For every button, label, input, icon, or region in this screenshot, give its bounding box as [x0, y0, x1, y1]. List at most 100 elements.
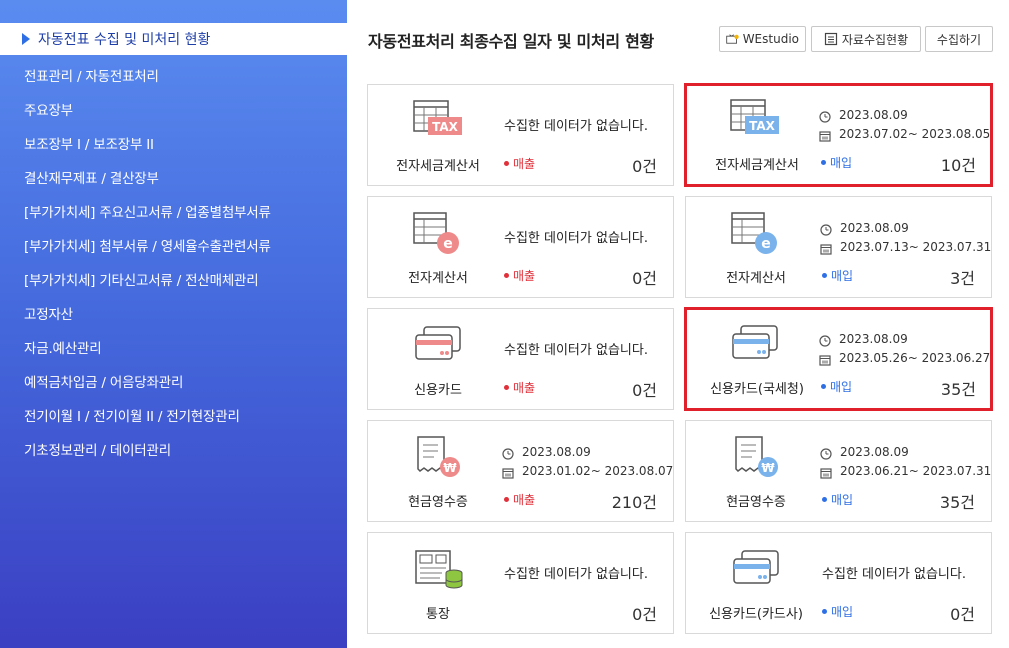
collection-date: 2023.08.09	[839, 332, 908, 346]
dot-icon	[504, 161, 509, 166]
card-name: 신용카드(카드사)	[709, 607, 803, 622]
bankbook-icon	[412, 547, 464, 591]
sidebar-item-voucher[interactable]: 전표관리 / 자동전표처리	[24, 65, 159, 85]
clock-icon	[820, 223, 832, 236]
collection-card[interactable]: ₩ 현금영수증 2023.08.09 2023.06.21~ 2023.07.3…	[685, 420, 992, 522]
collection-status-button[interactable]: 자료수집현황	[811, 26, 921, 52]
sales-type-label: 매입	[830, 156, 853, 170]
card-name: 현금영수증	[726, 495, 786, 510]
collection-info: 2023.08.09 2023.07.02~ 2023.08.05	[819, 106, 990, 144]
sidebar-item-carryover[interactable]: 전기이월 I / 전기이월 II / 전기현장관리	[24, 405, 240, 425]
calendar-icon	[502, 466, 514, 479]
card-name: 현금영수증	[408, 495, 468, 510]
collection-card[interactable]: 신용카드(국세청) 2023.08.09 2023.05.26~ 2023.06…	[684, 307, 993, 411]
clock-icon	[819, 110, 831, 123]
svg-text:e: e	[443, 236, 453, 252]
sales-type-tag: 매입	[822, 491, 853, 508]
collection-card[interactable]: 신용카드(카드사) 수집한 데이터가 없습니다. 매입 0건	[685, 532, 992, 634]
item-count: 0건	[632, 269, 657, 288]
sidebar-item-deposit[interactable]: 예적금차입금 / 어음당좌관리	[24, 371, 183, 391]
sales-type-tag: 매출	[504, 491, 535, 508]
collection-info: 2023.08.09 2023.01.02~ 2023.08.07	[502, 443, 673, 481]
collection-info: 2023.08.09 2023.06.21~ 2023.07.31	[820, 443, 991, 481]
clock-icon	[819, 334, 831, 347]
collection-range: 2023.01.02~ 2023.08.07	[522, 464, 674, 478]
card-name: 전자계산서	[408, 271, 468, 286]
sidebar-item-vat-etc[interactable]: [부가가치세] 기타신고서류 / 전산매체관리	[24, 269, 259, 289]
card-name: 전자세금계산서	[715, 158, 799, 173]
cash-receipt-blue-icon: ₩	[730, 435, 782, 479]
dot-icon	[821, 160, 826, 165]
collection-card[interactable]: TAX 전자세금계산서 2023.08.09 2023.07.02~ 2023.…	[684, 83, 993, 187]
card-name: 통장	[426, 607, 450, 622]
item-count: 35건	[939, 493, 975, 512]
sales-type-tag: 매출	[504, 267, 535, 284]
sidebar: 자동전표 수집 및 미처리 현황 전표관리 / 자동전표처리 주요장부 보조장부…	[0, 0, 347, 648]
dot-icon	[822, 497, 827, 502]
collection-date: 2023.08.09	[840, 445, 909, 459]
westudio-button[interactable]: WEstudio	[719, 26, 806, 52]
collection-card[interactable]: ₩ 현금영수증 2023.08.09 2023.01.02~ 2023.08.0…	[367, 420, 674, 522]
sidebar-item-main-ledger[interactable]: 주요장부	[24, 99, 73, 119]
credit-card-blue-icon	[729, 322, 781, 366]
e-invoice-red-icon: e	[412, 211, 464, 255]
sidebar-item-fixed-assets[interactable]: 고정자산	[24, 303, 73, 323]
item-count: 0건	[632, 381, 657, 400]
no-data-text: 수집한 데이터가 없습니다.	[822, 567, 966, 582]
no-data-text: 수집한 데이터가 없습니다.	[504, 343, 648, 358]
collection-range: 2023.05.26~ 2023.06.27	[839, 351, 991, 365]
collection-status-label: 자료수집현황	[841, 32, 909, 47]
item-count: 210건	[611, 493, 657, 512]
collection-card[interactable]: TAX 전자세금계산서 수집한 데이터가 없습니다. 매출 0건	[367, 84, 674, 186]
dot-icon	[504, 497, 509, 502]
sidebar-item-budget[interactable]: 자금.예산관리	[24, 337, 102, 357]
sidebar-item-financial-statement[interactable]: 결산재무제표 / 결산장부	[24, 167, 159, 187]
collect-button[interactable]: 수집하기	[925, 26, 993, 52]
sales-type-label: 매출	[513, 381, 536, 395]
item-count: 35건	[940, 380, 976, 399]
collection-date: 2023.08.09	[522, 445, 591, 459]
document-icon	[824, 32, 837, 46]
sales-type-tag: 매입	[822, 267, 853, 284]
collection-card[interactable]: 신용카드 수집한 데이터가 없습니다. 매출 0건	[367, 308, 674, 410]
sidebar-item-vat-attach[interactable]: [부가가치세] 첨부서류 / 영세율수출관련서류	[24, 235, 271, 255]
sales-type-label: 매입	[830, 380, 853, 394]
tax-invoice-blue-icon: TAX	[729, 98, 781, 142]
dot-icon	[822, 609, 827, 614]
sales-type-tag: 매출	[504, 379, 535, 396]
sales-type-label: 매출	[513, 493, 536, 507]
sales-type-tag: 매입	[822, 603, 853, 620]
collection-date: 2023.08.09	[839, 108, 908, 122]
calendar-icon	[819, 353, 831, 366]
dot-icon	[822, 273, 827, 278]
collection-card[interactable]: e 전자계산서 수집한 데이터가 없습니다. 매출 0건	[367, 196, 674, 298]
collection-range: 2023.06.21~ 2023.07.31	[840, 464, 992, 478]
dot-icon	[821, 384, 826, 389]
item-count: 0건	[632, 157, 657, 176]
sidebar-item-base-info[interactable]: 기초정보관리 / 데이터관리	[24, 439, 171, 459]
clock-icon	[820, 447, 832, 460]
card-name: 신용카드(국세청)	[710, 382, 804, 397]
collection-range: 2023.07.02~ 2023.08.05	[839, 127, 991, 141]
sales-type-tag: 매입	[821, 154, 852, 171]
collection-date: 2023.08.09	[840, 221, 909, 235]
sales-type-label: 매입	[831, 493, 854, 507]
sidebar-item-vat-main[interactable]: [부가가치세] 주요신고서류 / 업종별첨부서류	[24, 201, 271, 221]
calendar-icon	[820, 466, 832, 479]
card-name: 전자세금계산서	[396, 159, 480, 174]
no-data-text: 수집한 데이터가 없습니다.	[504, 119, 648, 134]
monitor-icon	[726, 34, 739, 44]
sidebar-item-sub-ledger[interactable]: 보조장부 I / 보조장부 II	[24, 133, 154, 153]
item-count: 0건	[632, 605, 657, 624]
sidebar-item-active[interactable]: 자동전표 수집 및 미처리 현황	[0, 23, 347, 55]
collection-card[interactable]: e 전자계산서 2023.08.09 2023.07.13~ 2023.07.3…	[685, 196, 992, 298]
collection-range: 2023.07.13~ 2023.07.31	[840, 240, 992, 254]
calendar-icon	[820, 242, 832, 255]
collection-card[interactable]: 통장 수집한 데이터가 없습니다. 0건	[367, 532, 674, 634]
svg-text:TAX: TAX	[432, 120, 459, 134]
sales-type-label: 매출	[513, 269, 536, 283]
e-invoice-blue-icon: e	[730, 211, 782, 255]
svg-text:TAX: TAX	[749, 119, 776, 133]
sales-type-label: 매입	[831, 269, 854, 283]
card-name: 신용카드	[414, 383, 462, 398]
